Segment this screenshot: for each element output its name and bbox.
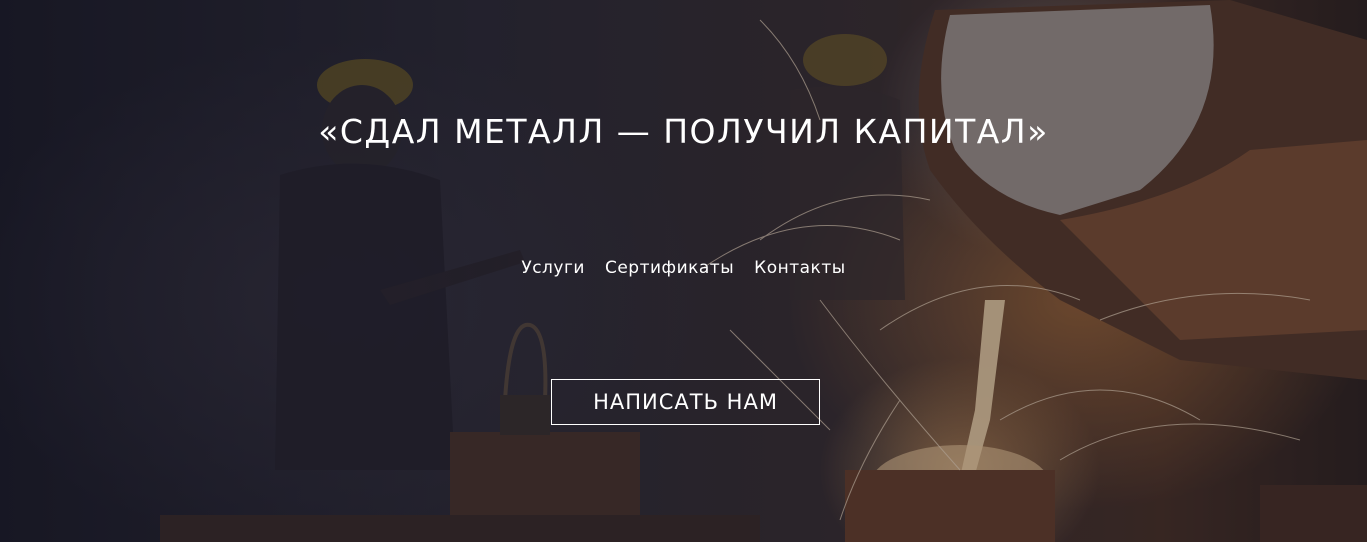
nav-link-certificates[interactable]: Сертификаты — [605, 258, 734, 278]
nav-link-contacts[interactable]: Контакты — [754, 258, 846, 278]
hero-headline: «СДАЛ МЕТАЛЛ — ПОЛУЧИЛ КАПИТАЛ» — [318, 112, 1049, 151]
hero-content: «СДАЛ МЕТАЛЛ — ПОЛУЧИЛ КАПИТАЛ» Услуги С… — [0, 0, 1367, 542]
main-navigation: Услуги Сертификаты Контакты — [0, 258, 1367, 278]
nav-link-services[interactable]: Услуги — [521, 258, 585, 278]
hero-section: «СДАЛ МЕТАЛЛ — ПОЛУЧИЛ КАПИТАЛ» Услуги С… — [0, 0, 1367, 542]
write-us-button[interactable]: НАПИСАТЬ НАМ — [551, 379, 820, 425]
